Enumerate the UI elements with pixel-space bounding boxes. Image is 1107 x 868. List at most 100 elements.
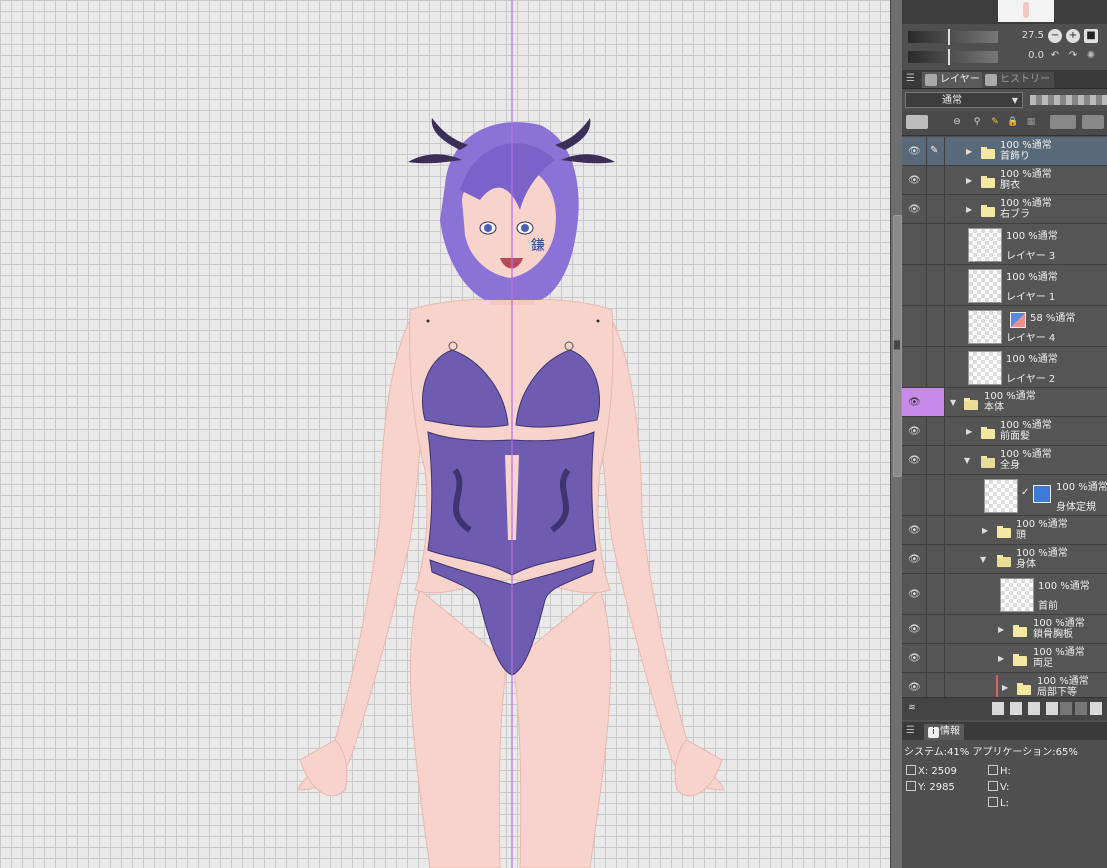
layer-item[interactable]: 👁 100 %通常 首前 <box>902 574 1107 615</box>
eye-icon[interactable]: 👁 <box>908 456 921 466</box>
expand-icon[interactable]: ▶ <box>998 654 1004 663</box>
info-panel-tabs: ☰ i 情報 <box>902 722 1107 740</box>
layer-item[interactable]: 👁 ▶ 100 %通常 前面髪 <box>902 417 1107 446</box>
x-icon <box>906 765 916 775</box>
clip-icon[interactable]: ⊖ <box>950 115 964 129</box>
scrollbar-grip: ▬ ▬ ▬ <box>893 337 901 352</box>
reset-rotate-icon[interactable]: ✺ <box>1084 49 1098 63</box>
tab-layer[interactable]: レイヤー <box>922 72 984 88</box>
trash-icon[interactable] <box>1075 702 1087 715</box>
left-horn <box>431 118 468 150</box>
tab-info[interactable]: i 情報 <box>924 724 964 740</box>
layer-item[interactable]: 100 %通常 レイヤー 3 <box>902 224 1107 265</box>
lock-transparency-icon[interactable]: ▦ <box>1024 115 1038 129</box>
navigator-thumbnail[interactable] <box>998 0 1054 22</box>
eye-icon[interactable]: 👁 <box>908 205 921 215</box>
layer-stack-icon[interactable]: ≋ <box>906 702 918 715</box>
blend-row: 通常 ▼ <box>902 90 1107 110</box>
layer-item[interactable]: ✓ 100 %通常 身体定規 <box>902 475 1107 516</box>
zoom-out-icon[interactable]: − <box>1048 29 1062 43</box>
expand-icon[interactable]: ▶ <box>966 205 972 214</box>
color-swatch-icon[interactable] <box>906 115 928 129</box>
merge-down-icon[interactable] <box>1060 702 1072 715</box>
info-icon: i <box>928 727 939 738</box>
expand-icon[interactable]: ▶ <box>1002 683 1008 692</box>
layer-item[interactable]: 👁 ✎ ▶ 100 %通常 首飾り <box>902 137 1107 166</box>
collapse-icon[interactable]: ▼ <box>964 456 970 465</box>
lock-icon[interactable]: 🔒 <box>1006 115 1020 129</box>
eye-icon[interactable]: 👁 <box>908 147 921 157</box>
y-icon <box>906 781 916 791</box>
panel-menu-icon[interactable]: ☰ <box>906 725 915 736</box>
copy-layer-icon[interactable] <box>1046 702 1058 715</box>
new-raster-layer-icon[interactable] <box>992 702 1004 715</box>
layer-item[interactable]: 👁 ▶ 100 %通常 胴衣 <box>902 166 1107 195</box>
eye-icon[interactable]: 👁 <box>908 654 921 664</box>
rotate-right-icon[interactable]: ↷ <box>1066 49 1080 63</box>
left-arm <box>297 319 431 791</box>
layer-item[interactable]: 👁 ▶ 100 %通常 右ブラ <box>902 195 1107 224</box>
rotate-left-icon[interactable]: ↶ <box>1048 49 1062 63</box>
layer-color-marker <box>996 675 998 697</box>
zoom-value[interactable]: 27.5 <box>1010 30 1044 41</box>
layer-item[interactable]: 👁 ▶ 100 %通常 頭 <box>902 516 1107 545</box>
layer-item[interactable]: 👁 ▼ 100 %通常 全身 <box>902 446 1107 475</box>
eye-icon[interactable]: 👁 <box>908 590 921 600</box>
eye-icon[interactable]: 👁 <box>908 683 921 693</box>
ruler-icon[interactable] <box>1082 115 1104 129</box>
layer-item[interactable]: 58 %通常 レイヤー 4 <box>902 306 1107 347</box>
zoom-slider[interactable] <box>908 29 998 45</box>
history-icon <box>985 74 997 86</box>
face-glyph: 鎌 <box>531 238 545 254</box>
eye-icon[interactable]: 👁 <box>908 625 921 635</box>
h-icon <box>988 765 998 775</box>
expand-icon[interactable]: ▶ <box>966 176 972 185</box>
layer-list[interactable]: 👁 ✎ ▶ 100 %通常 首飾り 👁 ▶ 100 %通常 胴衣 👁 ▶ 100… <box>902 137 1107 697</box>
layer-item[interactable]: 👁 ▶ 100 %通常 局部下等 <box>902 673 1107 697</box>
right-panel: 27.5 − + ■ 0.0 ↶ ↷ ✺ ☰ レイヤー ヒストリー 通常 ▼ ⊖… <box>902 0 1107 868</box>
eye-icon[interactable]: 👁 <box>908 176 921 186</box>
new-folder-icon[interactable] <box>1028 702 1040 715</box>
layer-item[interactable]: 👁 ▼ 100 %通常 本体 <box>902 388 1107 417</box>
layer-item[interactable]: 👁 ▼ 100 %通常 身体 <box>902 545 1107 574</box>
tab-history[interactable]: ヒストリー <box>982 72 1054 88</box>
fit-icon[interactable]: ■ <box>1084 29 1098 43</box>
panel-menu-icon[interactable]: ☰ <box>906 73 915 84</box>
open-folder-icon <box>964 398 978 410</box>
new-vector-layer-icon[interactable] <box>1010 702 1022 715</box>
eye-icon[interactable]: 👁 <box>908 427 921 437</box>
eye-icon[interactable]: 👁 <box>908 526 921 536</box>
mask-create-icon[interactable] <box>1090 702 1102 715</box>
layer-item[interactable]: 100 %通常 レイヤー 1 <box>902 265 1107 306</box>
ruler-icon <box>1033 485 1051 503</box>
navigator-preview[interactable] <box>902 0 1107 24</box>
opacity-slider[interactable] <box>1030 95 1107 105</box>
expand-icon[interactable]: ▶ <box>982 526 988 535</box>
v-value: V: <box>988 781 1009 793</box>
drawing-canvas[interactable]: 鎌 <box>0 0 890 868</box>
expand-icon[interactable]: ▶ <box>966 147 972 156</box>
collapse-icon[interactable]: ▼ <box>950 398 956 407</box>
mask-icon[interactable] <box>1050 115 1076 129</box>
layer-thumbnail <box>984 479 1018 513</box>
layer-panel-tabs: ☰ レイヤー ヒストリー <box>902 70 1107 89</box>
chevron-down-icon: ▼ <box>1011 96 1018 105</box>
expand-icon[interactable]: ▶ <box>998 625 1004 634</box>
layer-item[interactable]: 👁 ▶ 100 %通常 鎖骨胸板 <box>902 615 1107 644</box>
expand-icon[interactable]: ▶ <box>966 427 972 436</box>
zoom-in-icon[interactable]: + <box>1066 29 1080 43</box>
collapse-icon[interactable]: ▼ <box>980 555 986 564</box>
rotate-value[interactable]: 0.0 <box>1010 50 1044 61</box>
layer-item[interactable]: 100 %通常 レイヤー 2 <box>902 347 1107 388</box>
layer-thumbnail <box>1000 578 1034 612</box>
rotate-slider[interactable] <box>908 49 998 65</box>
eye-icon[interactable]: 👁 <box>908 555 921 565</box>
eye-icon[interactable]: 👁 <box>908 398 921 408</box>
y-coordinate: Y: 2985 <box>906 781 955 793</box>
blend-mode-select[interactable]: 通常 ▼ <box>905 92 1023 108</box>
layer-item[interactable]: 👁 ▶ 100 %通常 両足 <box>902 644 1107 673</box>
reference-icon[interactable]: ⚲ <box>970 115 984 129</box>
draft-icon[interactable]: ✎ <box>988 115 1002 129</box>
layer-icon <box>925 74 937 86</box>
l-icon <box>988 797 998 807</box>
